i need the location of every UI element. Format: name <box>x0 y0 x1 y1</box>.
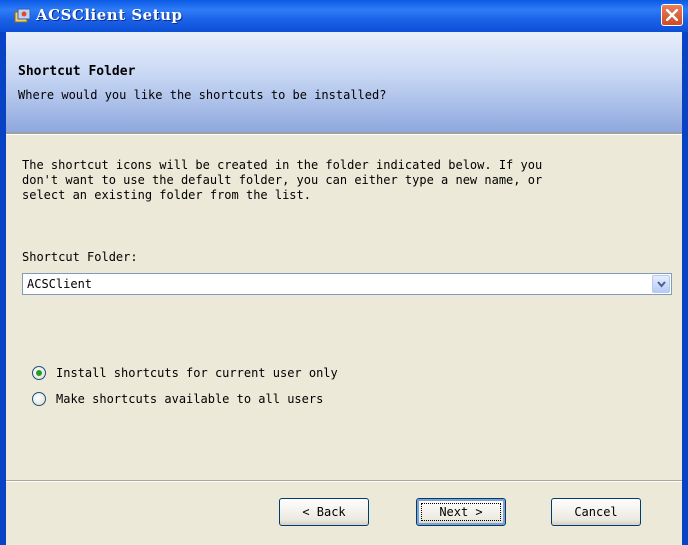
description-text: The shortcut icons will be created in th… <box>22 158 543 202</box>
setup-app-icon <box>14 8 32 24</box>
shortcut-folder-label: Shortcut Folder: <box>22 250 138 264</box>
title-bar[interactable]: ACSClient Setup <box>0 0 688 32</box>
window-title: ACSClient Setup <box>36 6 183 24</box>
radio-dot <box>36 370 42 376</box>
shortcut-folder-combobox[interactable]: ACSClient <box>22 273 672 295</box>
dropdown-button[interactable] <box>652 275 670 293</box>
dialog-body: Shortcut Folder Where would you like the… <box>6 32 682 545</box>
shortcut-folder-value[interactable]: ACSClient <box>27 277 92 291</box>
next-button[interactable]: Next > <box>416 498 506 526</box>
radio-button[interactable] <box>32 392 46 406</box>
close-button[interactable] <box>661 4 683 26</box>
header-banner: Shortcut Folder Where would you like the… <box>6 32 682 132</box>
footer-divider <box>6 480 682 482</box>
cancel-button[interactable]: Cancel <box>551 498 641 526</box>
focus-rect <box>421 503 501 521</box>
radio-button-selected[interactable] <box>32 366 46 380</box>
radio-all-users-label[interactable]: Make shortcuts available to all users <box>56 392 323 406</box>
back-button[interactable]: < Back <box>279 498 369 526</box>
radio-current-user-label[interactable]: Install shortcuts for current user only <box>56 366 338 380</box>
page-subtitle: Where would you like the shortcuts to be… <box>18 88 387 102</box>
setup-window: ACSClient Setup Shortcut Folder Where wo… <box>0 0 688 545</box>
page-title: Shortcut Folder <box>18 64 136 79</box>
banner-divider <box>6 132 682 135</box>
